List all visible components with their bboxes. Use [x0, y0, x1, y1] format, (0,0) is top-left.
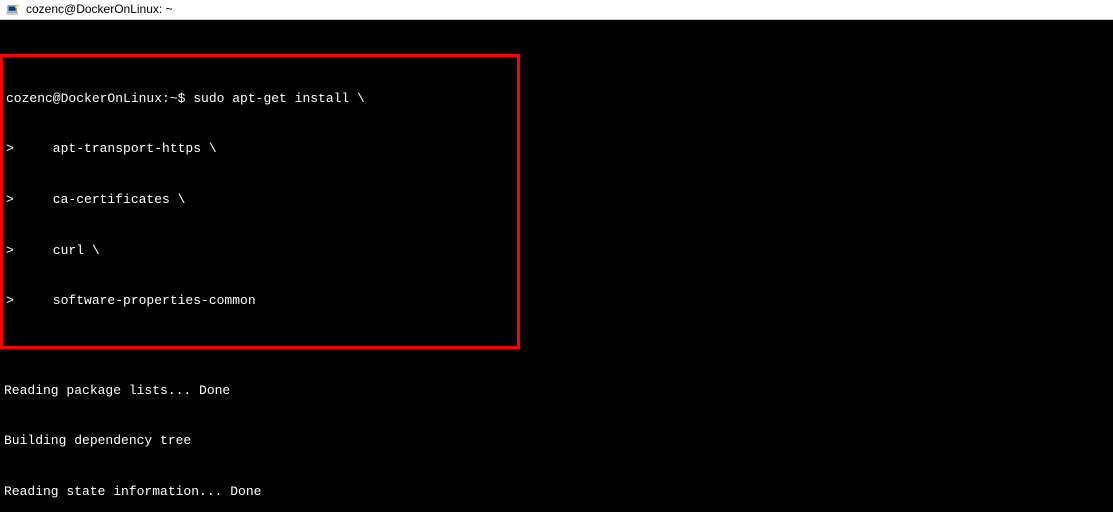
putty-icon: [6, 3, 20, 17]
command-line: cozenc@DockerOnLinux:~$ sudo apt-get ins…: [5, 91, 515, 108]
output-line: Reading state information... Done: [0, 484, 1113, 501]
command-line: > curl \: [5, 243, 515, 260]
titlebar[interactable]: cozenc@DockerOnLinux: ~: [0, 0, 1113, 20]
terminal-window: cozenc@DockerOnLinux: ~ cozenc@DockerOnL…: [0, 0, 1113, 512]
output-line: Building dependency tree: [0, 433, 1113, 450]
command-line: > software-properties-common: [5, 293, 515, 310]
command-highlight-box: cozenc@DockerOnLinux:~$ sudo apt-get ins…: [0, 54, 520, 349]
command-line: > ca-certificates \: [5, 192, 515, 209]
command-line: > apt-transport-https \: [5, 141, 515, 158]
output-line: Reading package lists... Done: [0, 383, 1113, 400]
titlebar-text: cozenc@DockerOnLinux: ~: [26, 2, 173, 18]
terminal-body[interactable]: cozenc@DockerOnLinux:~$ sudo apt-get ins…: [0, 20, 1113, 512]
